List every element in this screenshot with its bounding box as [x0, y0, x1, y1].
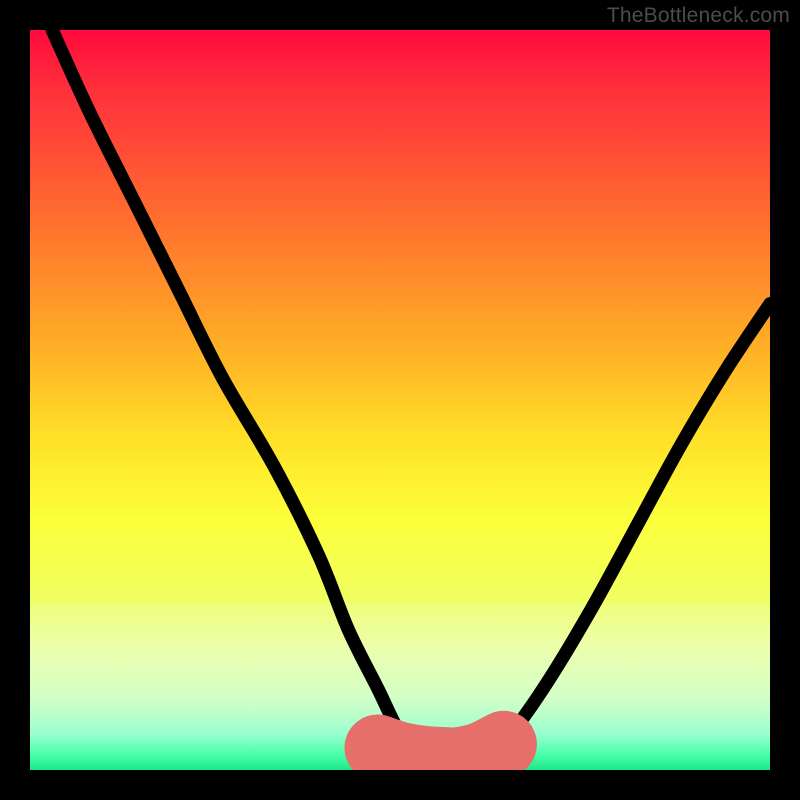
watermark-text: TheBottleneck.com: [607, 4, 790, 28]
curve-svg: [30, 30, 770, 770]
trough-highlight: [378, 744, 504, 761]
trough-end-dot: [367, 737, 388, 758]
plot-area: [30, 30, 770, 770]
trough-end-dot: [493, 734, 514, 755]
chart-frame: TheBottleneck.com: [0, 0, 800, 800]
bottleneck-curve: [52, 30, 770, 764]
